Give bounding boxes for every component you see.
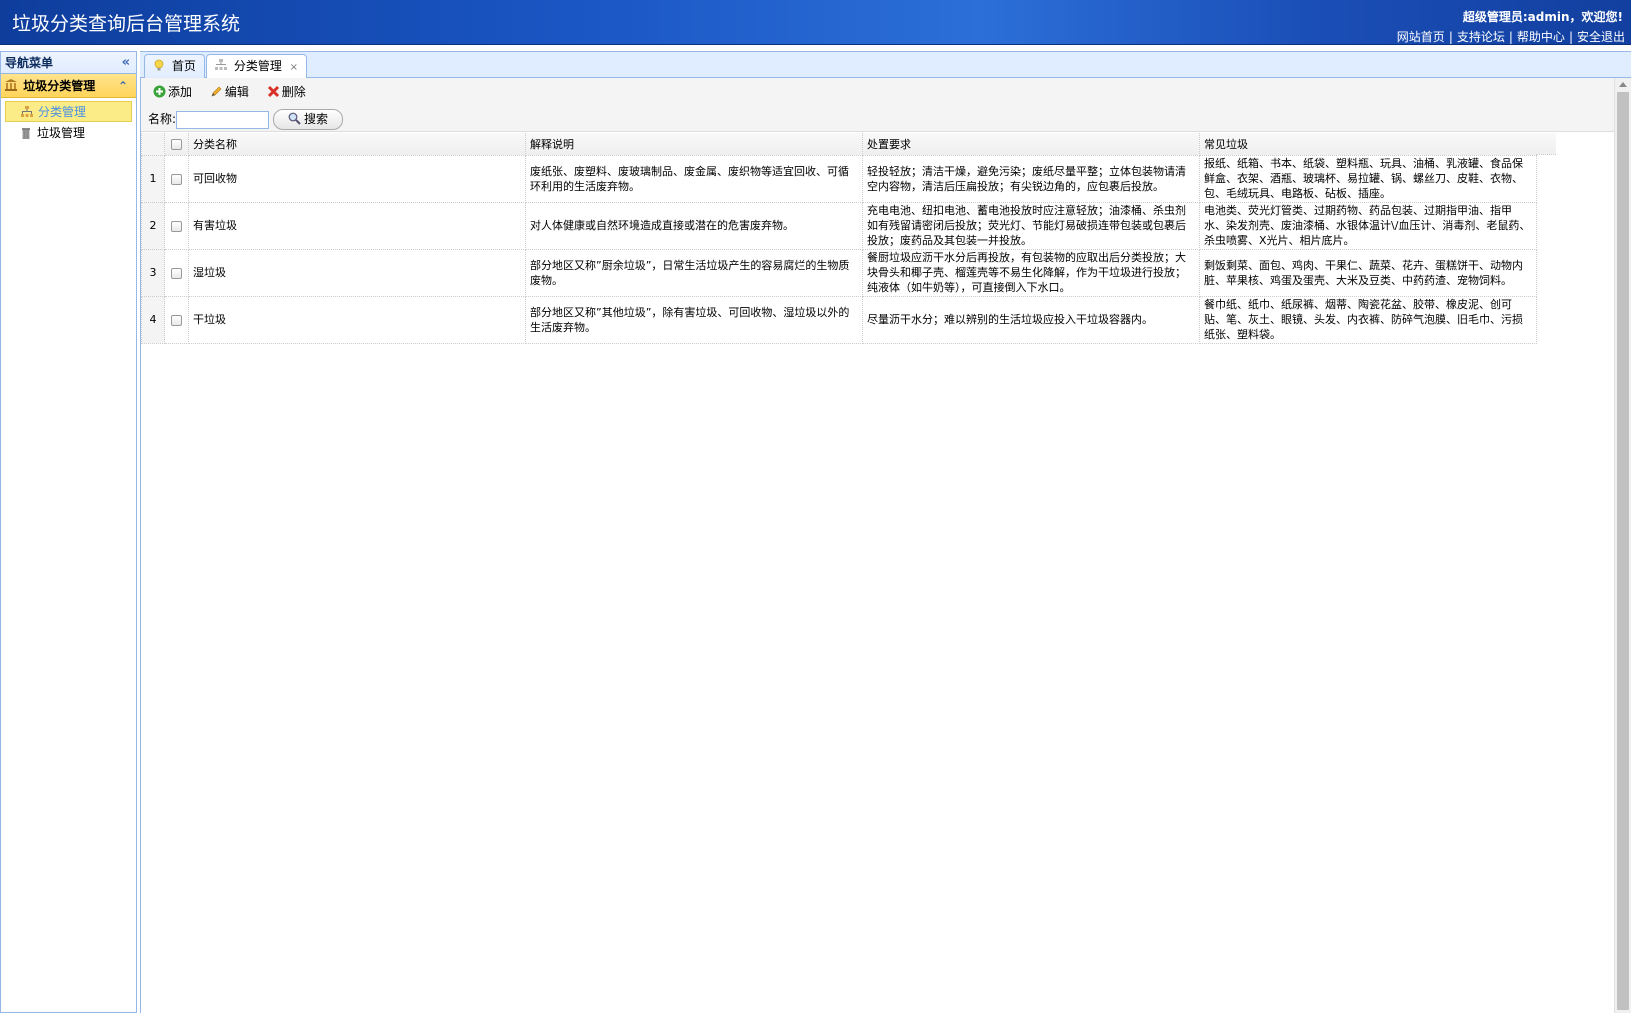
tab-category-management[interactable]: 分类管理 ×: [206, 54, 308, 80]
sidebar-tree: 分类管理 垃圾管理: [1, 98, 136, 148]
select-all-checkbox[interactable]: [171, 138, 182, 150]
cell-requirement: 充电电池、纽扣电池、蓄电池投放时应注意轻放；油漆桶、杀虫剂如有残留请密闭后投放；…: [862, 201, 1200, 250]
toolbar: 添加 编辑 删除: [141, 78, 1631, 106]
cell-name: 湿垃圾: [188, 248, 526, 297]
cell-common-garbage: 餐巾纸、纸巾、纸尿裤、烟蒂、陶瓷花盆、胶带、橡皮泥、创可贴、笔、灰土、眼镜、头发…: [1199, 295, 1537, 344]
welcome-text: 超级管理员:admin，欢迎您!: [1462, 10, 1623, 24]
chevron-up-icon[interactable]: ⌃: [118, 74, 128, 98]
scroll-up-icon[interactable]: [1619, 82, 1627, 87]
cell-common-garbage: 电池类、荧光灯管类、过期药物、药品包装、过期指甲油、指甲水、染发剂壳、废油漆桶、…: [1199, 201, 1537, 250]
sidebar: 导航菜单 « 垃圾分类管理 ⌃ 分类管理 垃圾管理: [0, 51, 137, 1013]
search-input[interactable]: [176, 110, 270, 129]
search-button[interactable]: 搜索: [273, 109, 344, 130]
cell-common-garbage: 剩饭剩菜、面包、鸡肉、干果仁、蔬菜、花卉、蛋糕饼干、动物内脏、苹果核、鸡蛋及蛋壳…: [1199, 248, 1537, 297]
vertical-scrollbar[interactable]: [1614, 78, 1631, 1013]
tab-home[interactable]: 首页: [144, 54, 205, 79]
cell-name: 有害垃圾: [188, 201, 526, 250]
cell-name: 干垃圾: [188, 295, 526, 344]
row-checkbox[interactable]: [171, 173, 182, 185]
edit-label: 编辑: [224, 85, 249, 99]
close-icon[interactable]: ×: [290, 62, 298, 73]
delete-label: 删除: [281, 85, 306, 99]
sitemap-icon: [21, 106, 33, 117]
delete-button[interactable]: 删除: [267, 78, 306, 106]
search-button-label: 搜索: [304, 112, 329, 126]
trash-can-icon: [22, 128, 30, 139]
row-checkbox[interactable]: [171, 267, 182, 279]
column-header-common-garbage[interactable]: 常见垃圾: [1199, 133, 1537, 156]
category-table: 分类名称 解释说明 处置要求 常见垃圾 1 可回收物 废纸张、废塑料、废玻璃制品…: [141, 133, 1537, 344]
data-grid: 分类名称 解释说明 处置要求 常见垃圾 1 可回收物 废纸张、废塑料、废玻璃制品…: [141, 133, 1615, 1013]
table-header-row: 分类名称 解释说明 处置要求 常见垃圾: [141, 133, 1537, 156]
row-number: 1: [141, 154, 165, 203]
add-label: 添加: [168, 85, 193, 99]
search-label: 名称:: [148, 112, 177, 126]
link-site-home[interactable]: 网站首页: [1397, 30, 1445, 44]
cell-description: 部分地区又称”厨余垃圾”，日常生活垃圾产生的容易腐烂的生物质废物。: [525, 248, 863, 297]
sidebar-header: 导航菜单 «: [1, 52, 136, 74]
cell-requirement: 尽量沥干水分；难以辨别的生活垃圾应投入干垃圾容器内。: [862, 295, 1200, 344]
tab-label: 首页: [171, 59, 196, 73]
edit-button[interactable]: 编辑: [210, 78, 249, 106]
table-row[interactable]: 2 有害垃圾 对人体健康或自然环境造成直接或潜在的危害废弃物。 充电电池、纽扣电…: [141, 201, 1537, 250]
sitemap-icon: [215, 59, 227, 70]
table-row[interactable]: 1 可回收物 废纸张、废塑料、废玻璃制品、废金属、废织物等适宜回收、可循环利用的…: [141, 154, 1537, 203]
table-row[interactable]: 3 湿垃圾 部分地区又称”厨余垃圾”，日常生活垃圾产生的容易腐烂的生物质废物。 …: [141, 248, 1537, 297]
link-logout[interactable]: 安全退出: [1577, 30, 1625, 44]
column-header-name[interactable]: 分类名称: [188, 133, 526, 156]
tab-bar: 首页 分类管理 ×: [140, 51, 1631, 80]
app-title: 垃圾分类查询后台管理系统: [12, 13, 241, 35]
sidebar-item-label: 分类管理: [38, 105, 87, 119]
row-checkbox[interactable]: [171, 314, 182, 326]
search-icon: [288, 112, 301, 125]
sidebar-item-garbage[interactable]: 垃圾管理: [5, 123, 132, 144]
sidebar-title: 导航菜单: [5, 56, 54, 70]
cell-description: 对人体健康或自然环境造成直接或潜在的危害废弃物。: [525, 201, 863, 250]
search-bar: 名称: 搜索: [141, 106, 1631, 132]
sidebar-item-label: 垃圾管理: [37, 126, 86, 140]
cell-name: 可回收物: [188, 154, 526, 203]
header-links: 网站首页 | 支持论坛 | 帮助中心 | 安全退出: [1396, 30, 1625, 44]
sidebar-group-label: 垃圾分类管理: [23, 79, 96, 93]
lightbulb-icon: [154, 59, 164, 71]
sidebar-item-category[interactable]: 分类管理: [5, 101, 132, 122]
scrollbar-thumb[interactable]: [1617, 92, 1629, 1010]
cell-common-garbage: 报纸、纸箱、书本、纸袋、塑料瓶、玩具、油桶、乳液罐、食品保鲜盒、衣架、酒瓶、玻璃…: [1199, 154, 1537, 203]
column-header-description[interactable]: 解释说明: [525, 133, 863, 156]
link-help[interactable]: 帮助中心: [1517, 30, 1565, 44]
collapse-sidebar-icon[interactable]: «: [122, 52, 130, 74]
bank-icon: [5, 79, 17, 91]
content-panel: 添加 编辑 删除 名称: 搜索 分类名称 解释说明 处置要求 常见垃圾 1 可回…: [140, 78, 1631, 1013]
row-number: 4: [141, 295, 165, 344]
pencil-icon: [211, 86, 222, 97]
tab-label: 分类管理: [233, 59, 282, 73]
row-number: 3: [141, 248, 165, 297]
add-icon: [153, 85, 166, 98]
sidebar-group-garbage[interactable]: 垃圾分类管理 ⌃: [1, 74, 136, 98]
cell-requirement: 轻投轻放；清洁干燥，避免污染；废纸尽量平整；立体包装物请清空内容物，清洁后压扁投…: [862, 154, 1200, 203]
table-row[interactable]: 4 干垃圾 部分地区又称”其他垃圾”，除有害垃圾、可回收物、湿垃圾以外的生活废弃…: [141, 295, 1537, 344]
cell-description: 废纸张、废塑料、废玻璃制品、废金属、废织物等适宜回收、可循环利用的生活废弃物。: [525, 154, 863, 203]
app-header: 垃圾分类查询后台管理系统 超级管理员:admin，欢迎您! 网站首页 | 支持论坛 |…: [0, 0, 1631, 45]
cell-description: 部分地区又称”其他垃圾”，除有害垃圾、可回收物、湿垃圾以外的生活废弃物。: [525, 295, 863, 344]
row-checkbox[interactable]: [171, 220, 182, 232]
cell-requirement: 餐厨垃圾应沥干水分后再投放，有包装物的应取出后分类投放；大块骨头和椰子壳、榴莲壳…: [862, 248, 1200, 297]
delete-icon: [267, 85, 279, 98]
row-number: 2: [141, 201, 165, 250]
add-button[interactable]: 添加: [153, 78, 192, 106]
link-forum[interactable]: 支持论坛: [1457, 30, 1505, 44]
column-header-requirement[interactable]: 处置要求: [862, 133, 1200, 156]
